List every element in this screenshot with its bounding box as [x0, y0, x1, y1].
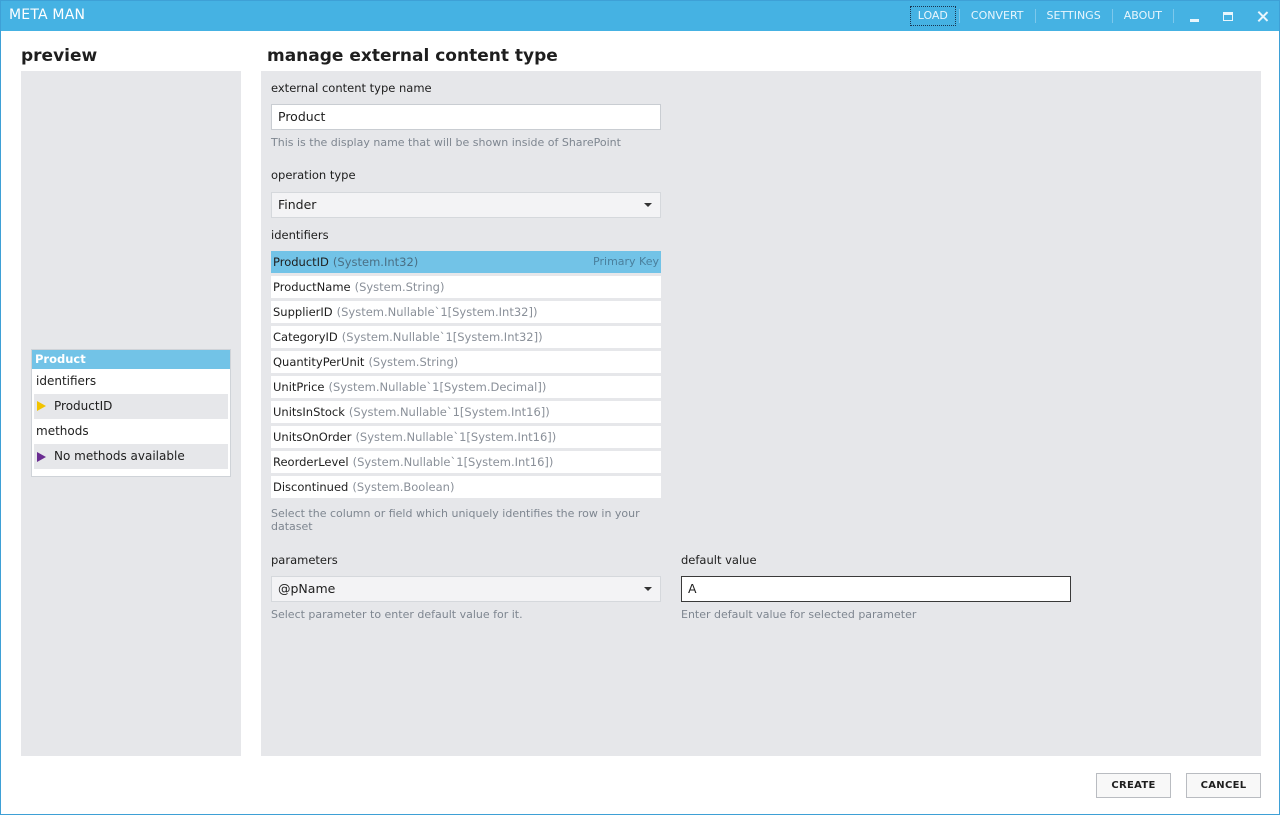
parameters-hint: Select parameter to enter default value … — [271, 608, 523, 621]
identifier-type: (System.Nullable`1[System.Int32]) — [336, 305, 538, 319]
preview-identifiers-label: identifiers — [36, 374, 97, 388]
identifier-name: CategoryID — [273, 330, 338, 344]
preview-panel: Product identifiers ProductID methods No… — [21, 71, 241, 756]
nav-convert[interactable]: CONVERT — [963, 6, 1032, 26]
app-window: META MAN LOAD CONVERT SETTINGS ABOUT pre… — [0, 0, 1280, 815]
identifier-row[interactable]: SupplierID (System.Nullable`1[System.Int3… — [271, 301, 661, 323]
identifier-row[interactable]: ProductName (System.String) — [271, 276, 661, 298]
operation-type-select[interactable]: Finder — [271, 192, 661, 218]
identifier-row[interactable]: QuantityPerUnit (System.String) — [271, 351, 661, 373]
nav-separator — [1173, 9, 1174, 23]
maximize-icon — [1223, 11, 1233, 21]
identifier-name: UnitsInStock — [273, 405, 345, 419]
identifiers-label: identifiers — [271, 228, 329, 242]
app-title: META MAN — [9, 7, 86, 23]
maximize-button[interactable] — [1211, 1, 1245, 31]
nav-about[interactable]: ABOUT — [1116, 6, 1170, 26]
identifier-row[interactable]: CategoryID (System.Nullable`1[System.Int3… — [271, 326, 661, 348]
identifiers-list: ProductID (System.Int32) Primary Key Prod… — [271, 251, 661, 501]
identifier-type: (System.Nullable`1[System.Int16]) — [355, 430, 557, 444]
nav-settings[interactable]: SETTINGS — [1039, 6, 1109, 26]
parameters-value: @pName — [278, 581, 336, 596]
operation-type-label: operation type — [271, 168, 356, 182]
nav-separator — [1111, 9, 1113, 23]
triangle-marker-icon — [37, 401, 46, 411]
identifier-row[interactable]: UnitsOnOrder (System.Nullable`1[System.In… — [271, 426, 661, 448]
title-bar: META MAN LOAD CONVERT SETTINGS ABOUT — [1, 1, 1279, 31]
preview-title: preview — [21, 46, 98, 66]
chevron-down-icon — [644, 587, 652, 591]
identifier-name: UnitsOnOrder — [273, 430, 352, 444]
chevron-down-icon — [644, 203, 652, 207]
identifier-type: (System.String) — [368, 355, 459, 369]
close-icon — [1257, 11, 1268, 22]
nav-load[interactable]: LOAD — [909, 6, 956, 26]
top-nav: LOAD CONVERT SETTINGS ABOUT — [909, 1, 1279, 31]
preview-methods-label: methods — [36, 424, 89, 438]
identifier-name: QuantityPerUnit — [273, 355, 365, 369]
default-value-input[interactable]: A — [681, 576, 1071, 602]
minimize-button[interactable] — [1177, 1, 1211, 31]
nav-separator — [958, 9, 960, 23]
preview-methods-text: No methods available — [54, 449, 185, 463]
identifier-type: (System.String) — [354, 280, 445, 294]
identifier-type: (System.Nullable`1[System.Int16]) — [352, 455, 554, 469]
name-field-hint: This is the display name that will be sh… — [271, 136, 621, 149]
identifier-name: ProductName — [273, 280, 351, 294]
preview-card-header: Product — [32, 350, 230, 369]
identifier-type: (System.Int32) — [332, 255, 419, 269]
identifier-type: (System.Boolean) — [352, 480, 455, 494]
page-title: manage external content type — [267, 46, 558, 66]
identifier-type: (System.Nullable`1[System.Decimal]) — [328, 380, 547, 394]
cancel-button[interactable]: CANCEL — [1186, 773, 1261, 798]
name-field-label: external content type name — [271, 81, 432, 95]
preview-identifier-item: ProductID — [34, 394, 228, 419]
close-button[interactable] — [1245, 1, 1279, 31]
identifier-row[interactable]: UnitPrice (System.Nullable`1[System.Decim… — [271, 376, 661, 398]
identifier-type: (System.Nullable`1[System.Int32]) — [341, 330, 543, 344]
identifiers-hint: Select the column or field which uniquel… — [271, 507, 640, 533]
identifier-type: (System.Nullable`1[System.Int16]) — [348, 405, 550, 419]
triangle-marker-icon — [37, 452, 46, 462]
nav-separator — [1034, 9, 1036, 23]
preview-card: Product identifiers ProductID methods No… — [31, 349, 231, 477]
default-value-label: default value — [681, 553, 757, 567]
create-button[interactable]: CREATE — [1096, 773, 1171, 798]
main-panel: external content type name Product This … — [261, 71, 1261, 756]
parameters-label: parameters — [271, 553, 338, 567]
default-value-hint: Enter default value for selected paramet… — [681, 608, 917, 621]
name-input[interactable]: Product — [271, 104, 661, 130]
primary-key-badge: Primary Key — [593, 255, 659, 268]
preview-methods-item: No methods available — [34, 444, 228, 469]
identifier-row[interactable]: ReorderLevel (System.Nullable`1[System.In… — [271, 451, 661, 473]
minimize-icon — [1189, 18, 1199, 22]
identifier-name: Discontinued — [273, 480, 349, 494]
preview-identifier-label: ProductID — [54, 399, 113, 413]
identifier-row[interactable]: UnitsInStock (System.Nullable`1[System.In… — [271, 401, 661, 423]
identifier-name: UnitPrice — [273, 380, 325, 394]
identifier-row[interactable]: Discontinued (System.Boolean) — [271, 476, 661, 498]
identifier-name: ProductID — [273, 255, 329, 269]
identifier-row[interactable]: ProductID (System.Int32) Primary Key — [271, 251, 661, 273]
operation-type-value: Finder — [278, 197, 317, 212]
parameters-select[interactable]: @pName — [271, 576, 661, 602]
identifier-name: ReorderLevel — [273, 455, 349, 469]
identifier-name: SupplierID — [273, 305, 333, 319]
